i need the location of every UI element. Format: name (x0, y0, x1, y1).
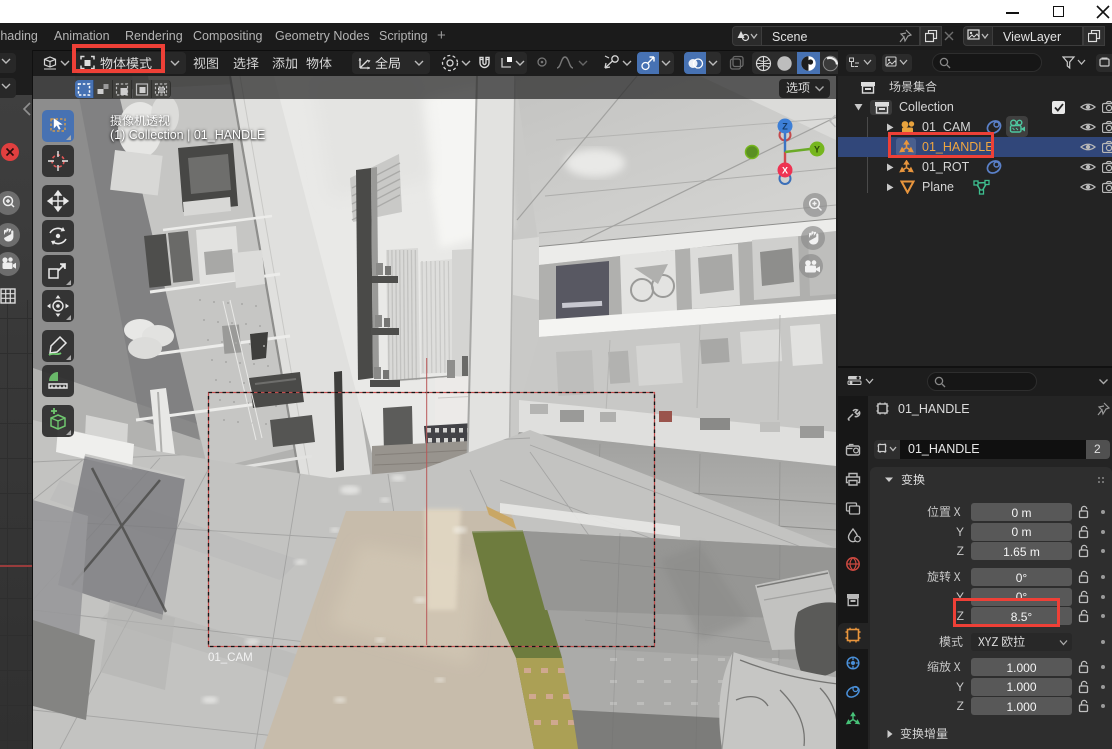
svg-text:01_CAM: 01_CAM (208, 652, 253, 664)
svg-text:Y: Y (814, 145, 820, 155)
svg-text:Z: Z (782, 122, 788, 132)
svg-text:X: X (782, 166, 788, 176)
